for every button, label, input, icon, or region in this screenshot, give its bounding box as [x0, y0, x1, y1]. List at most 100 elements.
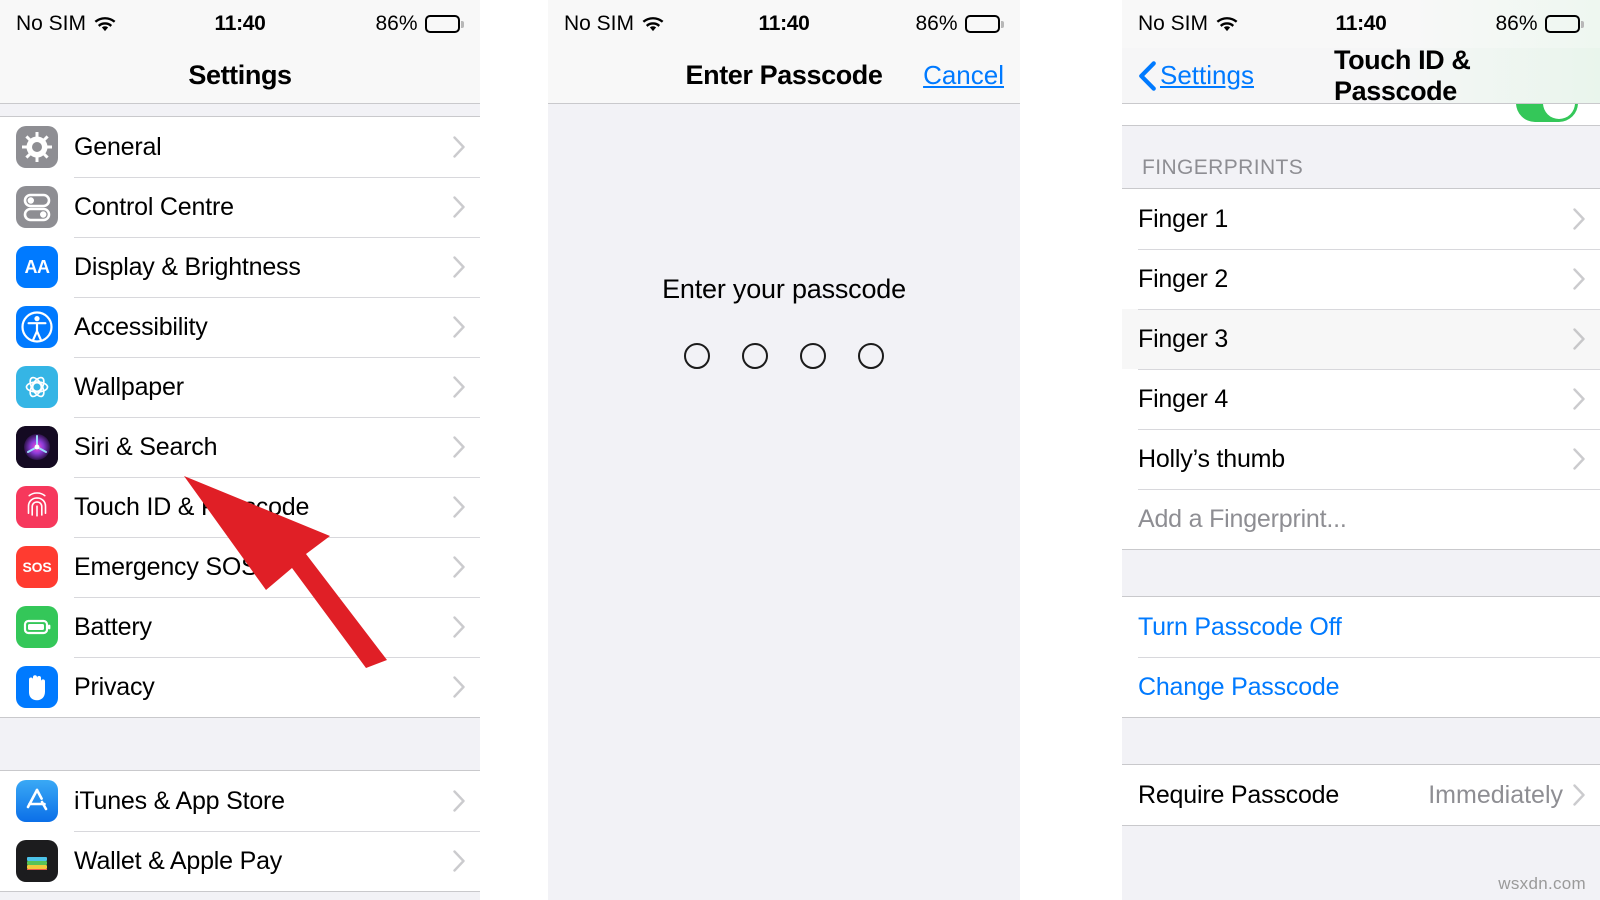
chevron-right-icon	[453, 676, 465, 698]
phone-panel-settings: No SIM 11:40 86% Settings General Contro…	[0, 0, 480, 900]
settings-row-general[interactable]: General	[0, 117, 480, 177]
passcode-action-row[interactable]: Change Passcode	[1122, 657, 1600, 717]
settings-row-label: Wallet & Apple Pay	[74, 846, 283, 875]
carrier-label: No SIM	[564, 12, 635, 35]
chevron-left-icon	[1139, 60, 1156, 91]
fingerprint-label: Finger 2	[1138, 264, 1229, 293]
list-group-gap	[1122, 718, 1600, 764]
status-bar: No SIM 11:40 86%	[0, 0, 480, 48]
list-top-gap	[0, 104, 480, 116]
passcode-dot	[684, 343, 710, 369]
passcode-dot	[800, 343, 826, 369]
settings-row-label: General	[74, 132, 162, 161]
partial-toggle-row[interactable]	[1122, 104, 1600, 126]
settings-row-wallpaper[interactable]: Wallpaper	[0, 357, 480, 417]
back-button-settings[interactable]: Settings	[1138, 60, 1254, 91]
fingerprint-row[interactable]: Finger 2	[1122, 249, 1600, 309]
display-brightness-icon: AA	[16, 246, 58, 288]
page-title: Settings	[188, 60, 292, 90]
settings-row-label: Control Centre	[74, 192, 234, 221]
passcode-prompt: Enter your passcode	[662, 274, 906, 304]
fingerprint-row[interactable]: Finger 1	[1122, 189, 1600, 249]
require-passcode-label: Require Passcode	[1138, 780, 1340, 809]
chevron-right-icon	[453, 196, 465, 218]
fingerprints-group: Finger 1 Finger 2 Finger 3 Finger 4 Holl…	[1122, 188, 1600, 550]
chevron-right-icon	[1573, 268, 1585, 290]
passcode-dot	[858, 343, 884, 369]
carrier-label: No SIM	[16, 12, 87, 35]
chevron-right-icon	[453, 850, 465, 872]
fingerprint-row[interactable]: Holly’s thumb	[1122, 429, 1600, 489]
toggle-knob	[1543, 104, 1575, 119]
status-bar-left: No SIM	[16, 12, 116, 36]
add-fingerprint-label: Add a Fingerprint...	[1138, 504, 1347, 533]
list-group-gap	[0, 718, 480, 770]
passcode-entry-area[interactable]: Enter your passcode	[548, 104, 1020, 900]
touch-id-scroll-area[interactable]: FINGERPRINTS Finger 1 Finger 2 Finger 3 …	[1122, 104, 1600, 900]
settings-row-accessibility[interactable]: Accessibility	[0, 297, 480, 357]
emergency-sos-icon: SOS	[16, 546, 58, 588]
settings-row-label: Accessibility	[74, 312, 208, 341]
passcode-dot	[742, 343, 768, 369]
settings-group-1: General Control Centre AA Display & Brig…	[0, 116, 480, 718]
status-bar: No SIM 11:40 86%	[1122, 0, 1600, 48]
fingerprint-row[interactable]: Finger 4	[1122, 369, 1600, 429]
settings-row-label: Siri & Search	[74, 432, 218, 461]
settings-row-siri-search[interactable]: Siri & Search	[0, 417, 480, 477]
chevron-right-icon	[453, 790, 465, 812]
chevron-right-icon	[453, 616, 465, 638]
passcode-action-label: Change Passcode	[1138, 672, 1340, 701]
settings-row-emergency-sos[interactable]: SOS Emergency SOS	[0, 537, 480, 597]
nav-bar-settings: Settings	[0, 48, 480, 104]
settings-scroll-area[interactable]: General Control Centre AA Display & Brig…	[0, 104, 480, 900]
toggle-switch-on[interactable]	[1516, 104, 1578, 122]
battery-percent-label: 86%	[375, 12, 418, 35]
require-passcode-row[interactable]: Require Passcode Immediately	[1122, 765, 1600, 825]
carrier-label: No SIM	[1138, 12, 1209, 35]
chevron-right-icon	[453, 316, 465, 338]
phone-panel-touch-id: No SIM 11:40 86% Settings Touch ID & Pas…	[1122, 0, 1600, 900]
chevron-right-icon	[453, 556, 465, 578]
chevron-right-icon	[453, 136, 465, 158]
battery-icon	[964, 15, 1004, 33]
battery-icon	[16, 606, 58, 648]
require-passcode-group: Require Passcode Immediately	[1122, 764, 1600, 826]
wallet-icon	[16, 840, 58, 882]
chevron-right-icon	[1573, 784, 1585, 806]
settings-row-touch-id-passcode[interactable]: Touch ID & Passcode	[0, 477, 480, 537]
settings-row-itunes-app-store[interactable]: iTunes & App Store	[0, 771, 480, 831]
settings-row-label: iTunes & App Store	[74, 786, 285, 815]
passcode-action-row[interactable]: Turn Passcode Off	[1122, 597, 1600, 657]
chevron-right-icon	[1573, 208, 1585, 230]
settings-row-battery[interactable]: Battery	[0, 597, 480, 657]
settings-row-label: Touch ID & Passcode	[74, 492, 310, 521]
fingerprint-label: Finger 3	[1138, 324, 1229, 353]
fingerprint-row[interactable]: Finger 3	[1122, 309, 1600, 369]
wallpaper-icon	[16, 366, 58, 408]
list-group-gap	[1122, 550, 1600, 596]
phone-panel-enter-passcode: No SIM 11:40 86% Enter Passcode Cancel E…	[548, 0, 1020, 900]
chevron-right-icon	[1573, 448, 1585, 470]
add-fingerprint-row[interactable]: Add a Fingerprint...	[1122, 489, 1600, 549]
wifi-icon	[642, 16, 664, 31]
status-bar: No SIM 11:40 86%	[548, 0, 1020, 48]
siri-icon	[16, 426, 58, 468]
passcode-actions-group: Turn Passcode Off Change Passcode	[1122, 596, 1600, 718]
settings-row-privacy[interactable]: Privacy	[0, 657, 480, 717]
require-passcode-value: Immediately	[1428, 780, 1563, 809]
nav-bar-passcode: Enter Passcode Cancel	[548, 48, 1020, 104]
settings-row-wallet-apple-pay[interactable]: Wallet & Apple Pay	[0, 831, 480, 891]
status-bar-right: 86%	[375, 12, 464, 36]
privacy-hand-icon	[16, 666, 58, 708]
settings-row-label: Privacy	[74, 672, 155, 701]
chevron-right-icon	[453, 496, 465, 518]
settings-row-label: Battery	[74, 612, 152, 641]
cancel-button[interactable]: Cancel	[923, 60, 1004, 91]
settings-row-control-centre[interactable]: Control Centre	[0, 177, 480, 237]
chevron-right-icon	[453, 376, 465, 398]
section-header-fingerprints: FINGERPRINTS	[1122, 126, 1600, 188]
back-button-label: Settings	[1160, 60, 1254, 90]
screenshot-stage: No SIM 11:40 86% Settings General Contro…	[0, 0, 1600, 900]
settings-group-2: iTunes & App Store Wallet & Apple Pay	[0, 770, 480, 892]
settings-row-display-brightness[interactable]: AA Display & Brightness	[0, 237, 480, 297]
